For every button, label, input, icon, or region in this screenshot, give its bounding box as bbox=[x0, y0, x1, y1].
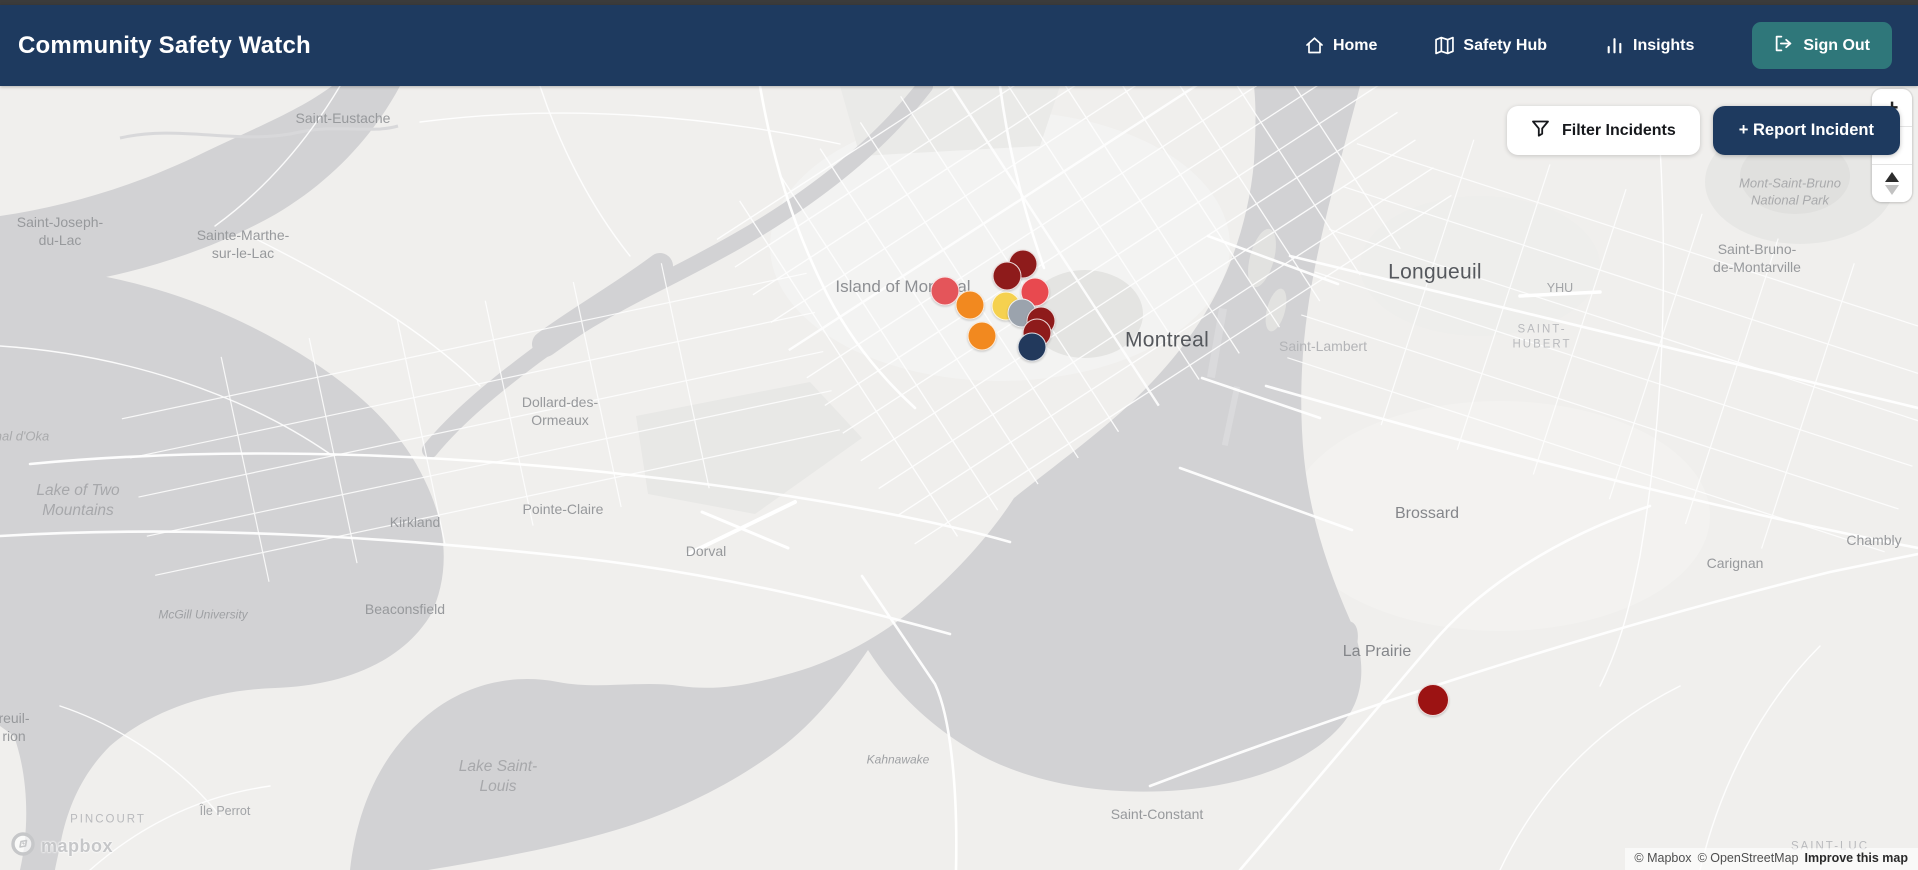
sign-out-icon bbox=[1774, 34, 1793, 58]
nav-item-safety-hub[interactable]: Safety Hub bbox=[1435, 36, 1547, 55]
improve-map-link[interactable]: Improve this map bbox=[1805, 851, 1909, 865]
incident-marker[interactable] bbox=[992, 261, 1022, 291]
app-title: Community Safety Watch bbox=[18, 31, 311, 59]
incident-marker[interactable] bbox=[1417, 684, 1449, 716]
incident-marker[interactable] bbox=[1017, 332, 1047, 362]
home-icon bbox=[1305, 36, 1324, 55]
incident-marker[interactable] bbox=[955, 290, 985, 320]
nav-item-label: Insights bbox=[1633, 36, 1695, 54]
report-incident-button[interactable]: + Report Incident bbox=[1712, 106, 1900, 155]
nav-item-label: Home bbox=[1332, 36, 1378, 54]
bar-chart-icon bbox=[1605, 36, 1624, 55]
map-icon bbox=[1435, 36, 1455, 55]
sign-out-label: Sign Out bbox=[1803, 36, 1870, 54]
filter-incidents-label: Filter Incidents bbox=[1561, 121, 1676, 139]
mapbox-logo-text: mapbox bbox=[41, 836, 114, 856]
map-toolbar: Filter Incidents + Report Incident bbox=[1506, 106, 1900, 155]
attribution-osm-link[interactable]: © OpenStreetMap bbox=[1698, 851, 1799, 865]
map-canvas[interactable]: Saint-Eustache Saint-Joseph- du-Lac Sainte… bbox=[0, 86, 1918, 870]
app-header: Community Safety Watch Home Safety Hub I… bbox=[0, 5, 1918, 86]
nav-item-insights[interactable]: Insights bbox=[1605, 36, 1694, 55]
mapbox-logo[interactable]: mapbox bbox=[10, 831, 113, 862]
nav-item-home[interactable]: Home bbox=[1305, 36, 1377, 55]
map-base bbox=[0, 86, 1918, 870]
pitch-arrows-icon bbox=[1885, 172, 1899, 195]
attribution-mapbox-link[interactable]: © Mapbox bbox=[1634, 851, 1691, 865]
filter-incidents-button[interactable]: Filter Incidents bbox=[1506, 106, 1700, 155]
incident-marker[interactable] bbox=[967, 321, 997, 351]
mapbox-logo-icon bbox=[10, 831, 36, 862]
pitch-toggle-button[interactable] bbox=[1872, 164, 1912, 202]
sign-out-button[interactable]: Sign Out bbox=[1752, 22, 1892, 69]
main-nav: Home Safety Hub Insights Sign Out bbox=[1305, 22, 1892, 69]
funnel-icon bbox=[1531, 119, 1550, 143]
nav-item-label: Safety Hub bbox=[1463, 36, 1547, 54]
map-attribution: © Mapbox © OpenStreetMap Improve this ma… bbox=[1625, 848, 1918, 870]
